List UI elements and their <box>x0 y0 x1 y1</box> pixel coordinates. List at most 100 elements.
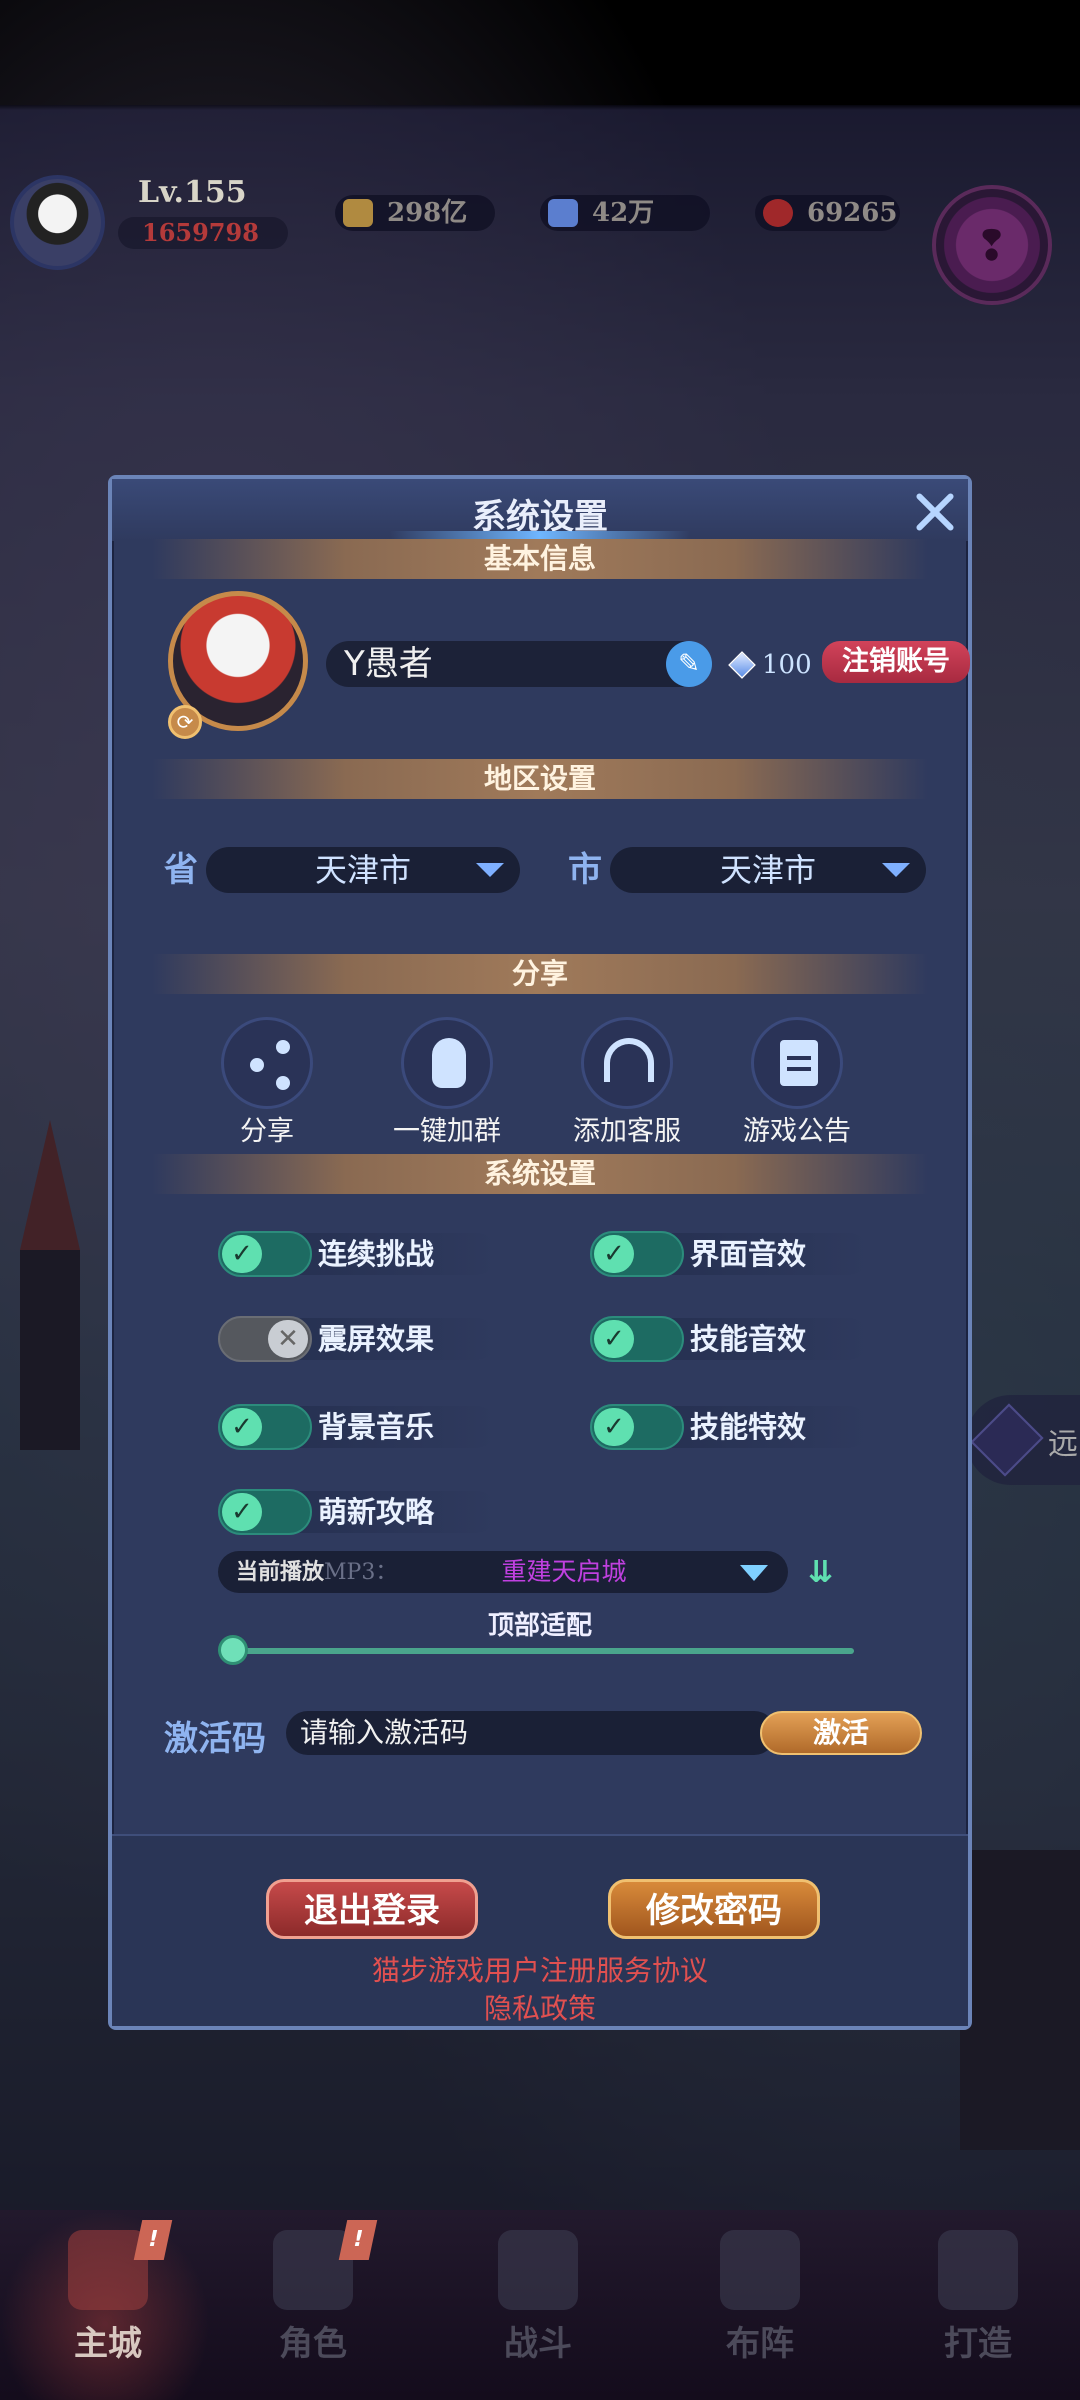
ruby-value: 69265 <box>807 198 898 228</box>
activation-code-input[interactable]: 请输入激活码 <box>286 1711 776 1755</box>
province-label: 省 <box>164 850 198 890</box>
game-notice-button[interactable]: 游戏公告 <box>732 1017 862 1148</box>
nav-forge[interactable]: 打造 <box>870 2230 1080 2380</box>
city-select[interactable]: 天津市 <box>610 847 926 893</box>
share-button[interactable]: 分享 <box>202 1017 332 1148</box>
headset-icon <box>581 1017 673 1109</box>
toggle-switch[interactable]: ✕ <box>218 1316 312 1362</box>
nav-main-city[interactable]: 主城 ! <box>0 2220 216 2380</box>
player-name-field[interactable]: Y愚者 <box>326 641 706 687</box>
gold-counter[interactable]: 298亿 <box>335 195 495 231</box>
toggle-label: 萌新攻略 <box>318 1495 435 1529</box>
check-icon: ✓ <box>594 1320 634 1358</box>
diamond-counter[interactable]: 42万 <box>540 195 710 231</box>
toggle-label: 技能音效 <box>690 1322 807 1356</box>
nav-label: 主城 <box>74 2324 142 2364</box>
section-title: 基本信息 <box>483 542 596 575</box>
toggle-switch[interactable]: ✓ <box>218 1489 312 1535</box>
anvil-icon <box>938 2230 1018 2310</box>
share-label: 分享 <box>240 1116 294 1147</box>
logout-button[interactable]: 退出登录 <box>266 1879 478 1939</box>
power-value: 1659798 <box>118 217 288 249</box>
check-icon: ✓ <box>594 1235 634 1273</box>
nav-formation[interactable]: 布阵 <box>652 2230 868 2380</box>
section-title: 分享 <box>511 957 568 990</box>
system-settings-dialog: 系统设置 基本信息 ⟳ Y愚者 ✎ 100 注销账号 地区设置 省 天津市 市 … <box>108 475 972 2030</box>
refresh-icon[interactable]: ⟳ <box>168 705 202 739</box>
city-value: 天津市 <box>719 851 816 889</box>
chevron-down-icon <box>476 863 504 877</box>
nav-label: 战斗 <box>504 2324 572 2364</box>
join-group-label: 一键加群 <box>393 1116 501 1147</box>
activation-label: 激活码 <box>164 1719 266 1759</box>
cancel-account-button[interactable]: 注销账号 <box>822 641 970 683</box>
nav-label: 布阵 <box>726 2324 794 2364</box>
music-song: 重建天启城 <box>501 1557 627 1586</box>
join-group-button[interactable]: 一键加群 <box>382 1017 512 1148</box>
edit-name-button[interactable]: ✎ <box>666 641 712 687</box>
bottom-nav: 主城 ! 角色 ! 战斗 布阵 打造 <box>0 2210 1080 2400</box>
toggle-switch[interactable]: ✓ <box>590 1404 684 1450</box>
toggle-switch[interactable]: ✓ <box>218 1231 312 1277</box>
toggle-switch[interactable]: ✓ <box>590 1231 684 1277</box>
toggle-switch[interactable]: ✓ <box>590 1316 684 1362</box>
pencil-icon: ✎ <box>678 649 700 679</box>
check-icon: ✓ <box>222 1493 262 1531</box>
gold-icon <box>343 199 373 227</box>
player-level: Lv.155 <box>138 175 247 210</box>
section-title: 系统设置 <box>483 1157 596 1190</box>
share-icon <box>221 1017 313 1109</box>
player-avatar[interactable] <box>10 175 105 270</box>
nav-label: 打造 <box>944 2324 1012 2364</box>
section-share: 分享 <box>152 954 928 994</box>
diamond-icon <box>728 651 756 679</box>
customer-service-button[interactable]: 添加客服 <box>562 1017 692 1148</box>
diamond-value: 42万 <box>592 198 655 228</box>
formation-icon <box>720 2230 800 2310</box>
top-adapt-slider[interactable] <box>222 1648 854 1654</box>
privacy-policy-link[interactable]: 隐私政策 <box>112 1987 968 2027</box>
diamond-icon <box>548 199 578 227</box>
top-hud: Lv.155 1659798 298亿 42万 69265 ❢ <box>0 165 1080 305</box>
music-select[interactable]: 当前播放MP3： 重建天启城 <box>218 1551 788 1593</box>
ruby-icon <box>763 199 793 227</box>
toggle-switch[interactable]: ✓ <box>218 1404 312 1450</box>
check-icon: ✓ <box>594 1408 634 1446</box>
scroll-icon: ❢ <box>974 221 1010 270</box>
toggle-label: 技能特效 <box>690 1410 807 1444</box>
activate-button[interactable]: 激活 <box>760 1711 922 1755</box>
nav-battle[interactable]: 战斗 <box>430 2230 646 2380</box>
slider-handle[interactable] <box>218 1635 248 1665</box>
check-icon: ✓ <box>222 1235 262 1273</box>
customer-service-label: 添加客服 <box>573 1116 681 1147</box>
close-button[interactable] <box>912 489 958 535</box>
game-notice-label: 游戏公告 <box>743 1116 851 1147</box>
ruby-counter[interactable]: 69265 <box>755 195 900 231</box>
crossed-swords-icon <box>498 2230 578 2310</box>
castle-icon <box>68 2230 148 2310</box>
section-basic-info: 基本信息 <box>152 539 928 579</box>
gold-value: 298亿 <box>387 198 468 228</box>
user-agreement-link[interactable]: 猫步游戏用户注册服务协议 <box>112 1949 968 1989</box>
sort-arrows-icon[interactable]: ⇊ <box>808 1556 840 1590</box>
helmet-icon <box>273 2230 353 2310</box>
toggle-label: 连续挑战 <box>318 1237 435 1271</box>
qq-icon <box>401 1017 493 1109</box>
notice-icon <box>751 1017 843 1109</box>
scroll-menu-button[interactable]: ❢ <box>932 185 1052 305</box>
province-value: 天津市 <box>314 851 411 889</box>
expedition-button[interactable]: 远 <box>966 1395 1080 1485</box>
expedition-label: 远 <box>1048 1427 1078 1462</box>
chevron-down-icon <box>740 1565 768 1581</box>
check-icon: ✓ <box>222 1408 262 1446</box>
section-region: 地区设置 <box>152 759 928 799</box>
province-select[interactable]: 天津市 <box>206 847 520 893</box>
change-password-button[interactable]: 修改密码 <box>608 1879 820 1939</box>
swirl-icon <box>970 1403 1044 1477</box>
toggle-label: 背景音乐 <box>318 1410 435 1444</box>
chevron-down-icon <box>882 863 910 877</box>
gem-cost-value: 100 <box>762 650 812 680</box>
title-glow <box>390 531 690 539</box>
city-label: 市 <box>568 850 602 890</box>
nav-character[interactable]: 角色 ! <box>205 2220 421 2380</box>
